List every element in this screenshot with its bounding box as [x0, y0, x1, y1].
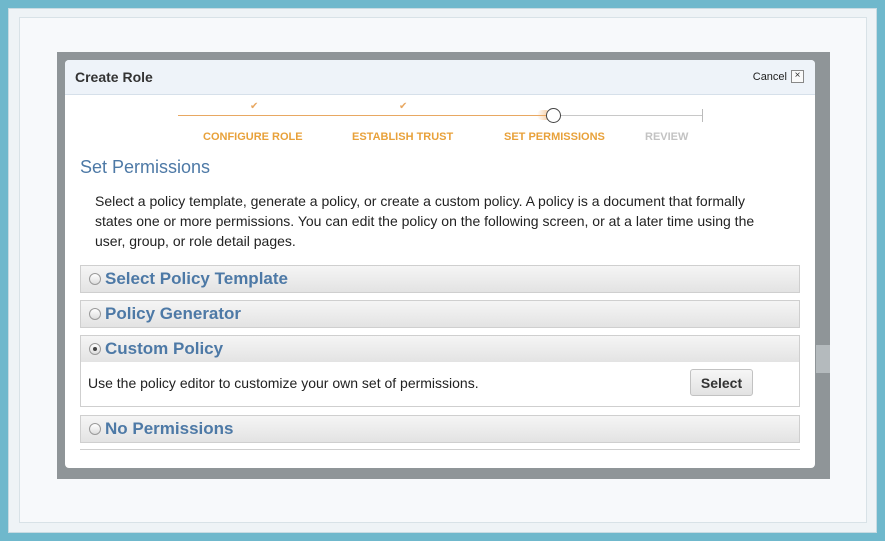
cancel-label: Cancel	[752, 70, 787, 83]
option-label: No Permissions	[105, 419, 234, 438]
step-check-icon: ✔	[399, 101, 408, 112]
custom-policy-panel: Use the policy editor to customize your …	[80, 362, 800, 407]
option-no-permissions[interactable]: No Permissions	[80, 415, 800, 443]
dialog-title: Create Role	[75, 69, 153, 85]
option-label: Policy Generator	[105, 304, 242, 323]
background-page-strip	[816, 345, 830, 373]
option-label: Custom Policy	[105, 339, 224, 358]
step-review: REVIEW	[645, 131, 689, 143]
progress-track-complete	[178, 115, 553, 116]
option-custom-policy[interactable]: Custom Policy	[80, 335, 800, 363]
radio-button-selected[interactable]	[89, 343, 101, 355]
step-establish-trust: ESTABLISH TRUST	[352, 131, 454, 143]
progress-track-remaining	[553, 115, 702, 116]
section-description: Select a policy template, generate a pol…	[95, 193, 755, 249]
option-label: Select Policy Template	[105, 269, 288, 288]
step-check-icon: ✔	[250, 101, 259, 112]
cancel-button[interactable]: Cancel ×	[753, 70, 804, 83]
step-configure-role: CONFIGURE ROLE	[203, 131, 303, 143]
progress-track-end	[702, 109, 703, 122]
current-step-marker	[546, 108, 561, 123]
create-role-dialog: Create Role Cancel × ✔ ✔ CONFIGURE ROLE …	[65, 60, 815, 468]
close-icon[interactable]: ×	[791, 70, 804, 83]
select-button[interactable]: Select	[690, 369, 753, 396]
wizard-progress: ✔ ✔ CONFIGURE ROLE ESTABLISH TRUST SET P…	[65, 95, 815, 145]
section-title: Set Permissions	[80, 157, 211, 177]
custom-policy-description: Use the policy editor to customize your …	[88, 375, 479, 391]
option-select-policy-template[interactable]: Select Policy Template	[80, 265, 800, 293]
option-policy-generator[interactable]: Policy Generator	[80, 300, 800, 328]
dialog-header: Create Role Cancel ×	[65, 60, 815, 95]
radio-button[interactable]	[89, 308, 101, 320]
radio-button[interactable]	[89, 423, 101, 435]
radio-button[interactable]	[89, 273, 101, 285]
step-set-permissions: SET PERMISSIONS	[504, 131, 605, 143]
divider	[80, 449, 800, 450]
